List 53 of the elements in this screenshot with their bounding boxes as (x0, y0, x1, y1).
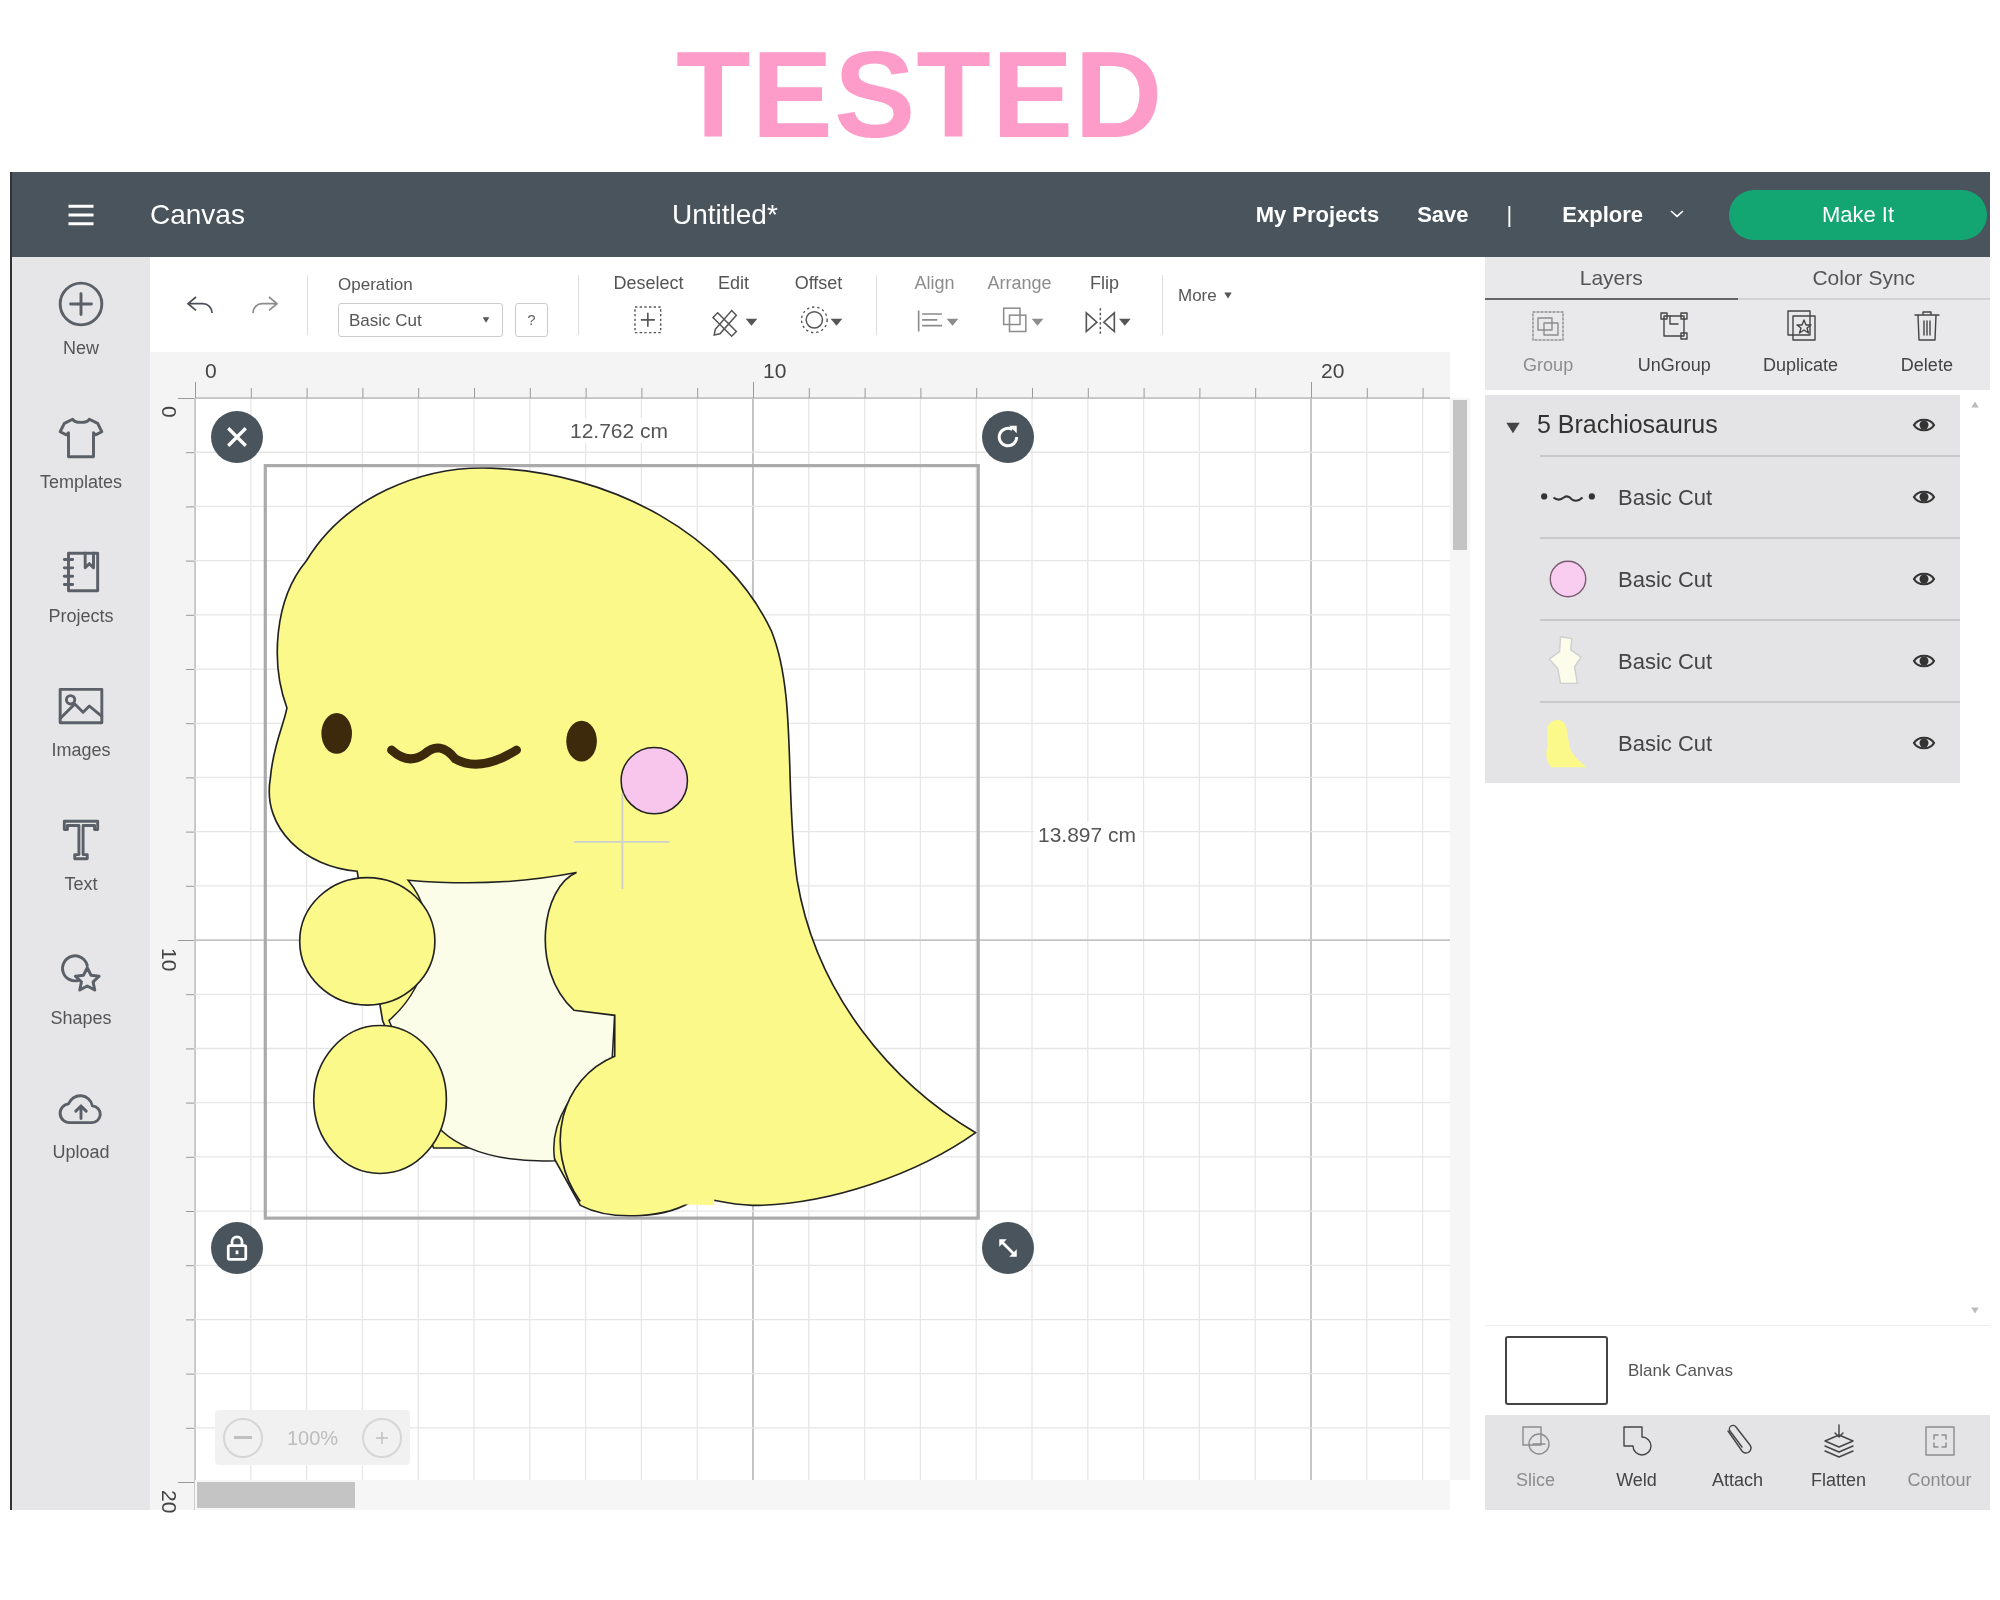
layer-action-button[interactable]: Delete (1863, 300, 1990, 390)
layer-action-button[interactable]: Attach (1687, 1415, 1788, 1510)
layer-name[interactable]: Basic Cut (1618, 726, 1713, 760)
caret-down-icon (480, 316, 492, 325)
ruler-label: 20 (159, 1490, 180, 1514)
layer-name[interactable]: Basic Cut (1618, 562, 1713, 596)
sidebar-item[interactable]: Images (19, 681, 143, 801)
sidebar-item[interactable]: New (19, 279, 143, 399)
tool-button[interactable]: Edit (691, 270, 776, 339)
group-icon (1530, 308, 1567, 344)
sidebar-item[interactable]: Upload (19, 1083, 143, 1203)
ruler-label: 0 (159, 406, 180, 418)
rotate-button[interactable] (982, 411, 1034, 463)
document-title: Untitled* (672, 197, 778, 232)
height-label: 13.897 cm (1034, 822, 1141, 848)
ruler-label: 10 (159, 948, 180, 972)
sidebar-item[interactable]: Templates (19, 413, 143, 533)
sidebar-item[interactable]: Text (19, 815, 143, 935)
canvas-label: Blank Canvas (1628, 1359, 1733, 1382)
layer-action-button[interactable]: Duplicate (1737, 300, 1864, 390)
layer-action-button[interactable]: UnGroup (1611, 300, 1738, 390)
layer-name[interactable]: Basic Cut (1618, 480, 1713, 514)
sidebar-item[interactable]: Shapes (19, 949, 143, 1069)
layer-action-button[interactable]: Flatten (1788, 1415, 1889, 1510)
lock-button[interactable] (211, 1222, 263, 1274)
tool-button[interactable]: Offset (776, 270, 861, 339)
plus-circle-icon (56, 279, 106, 329)
operation-dropdown[interactable]: Basic Cut (338, 303, 503, 338)
scrollbar-thumb[interactable] (1453, 400, 1467, 550)
layer-thumbnail (1540, 492, 1596, 502)
close-button[interactable] (211, 411, 263, 463)
nav-link[interactable]: My Projects (1255, 198, 1380, 231)
explore-menu[interactable]: Explore (1562, 198, 1689, 231)
help-button[interactable]: ? (515, 303, 548, 338)
tested-title: TESTED (676, 26, 1164, 156)
app-title: Canvas (150, 197, 245, 232)
layer-group-name: 5 Brachiosaurus (1537, 409, 1718, 441)
layer-action-button[interactable]: Weld (1586, 1415, 1687, 1510)
more-menu[interactable]: More (1178, 282, 1235, 309)
minus-icon (234, 1436, 252, 1439)
layer-name[interactable]: Basic Cut (1618, 644, 1713, 678)
scrollbar-thumb[interactable] (197, 1482, 355, 1508)
tool-button[interactable]: Deselect (606, 270, 691, 339)
nav-link[interactable]: Save (1417, 198, 1469, 231)
field-label: Operation (338, 273, 414, 296)
resize-button[interactable] (982, 1222, 1034, 1274)
sidebar-item[interactable]: Projects (19, 547, 143, 667)
ruler-label: 20 (1321, 360, 1345, 381)
tool-button[interactable]: Flip (1062, 270, 1147, 339)
triangle-up-icon (1968, 400, 1982, 409)
ruler-label: 10 (763, 360, 787, 381)
ruler-label: 0 (205, 360, 217, 381)
separator: | (1506, 201, 1513, 229)
